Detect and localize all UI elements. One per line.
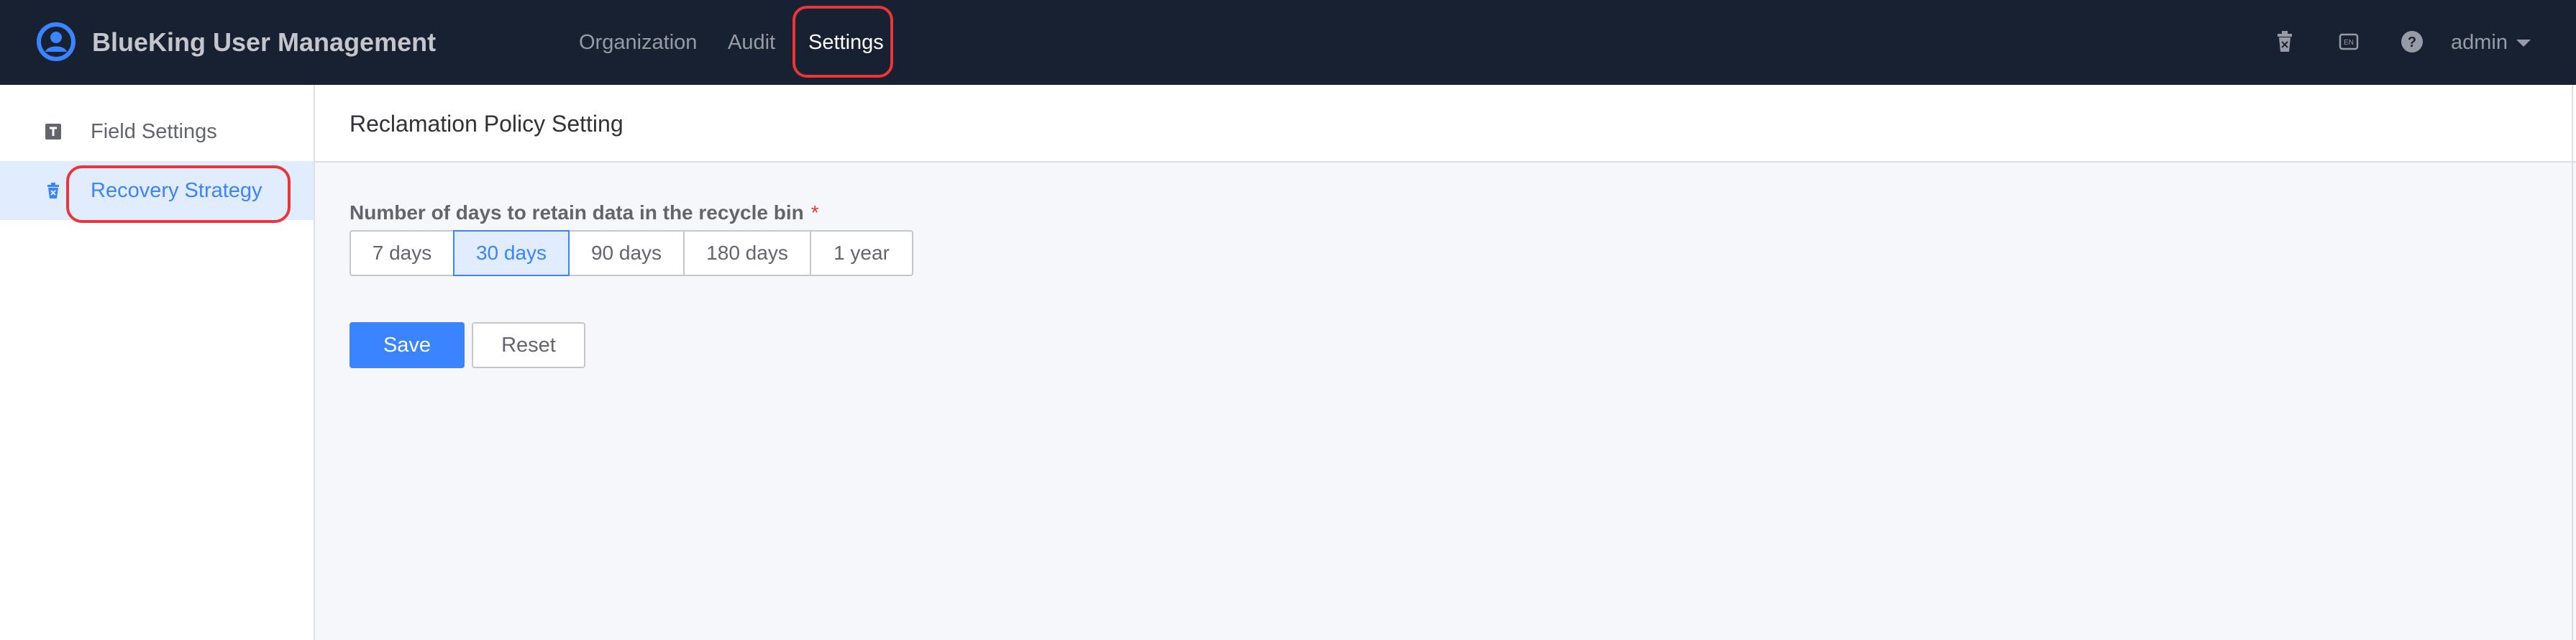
- recycle-bin-icon: [47, 183, 59, 198]
- retention-days-label: Number of days to retain data in the rec…: [350, 200, 819, 226]
- retention-option-30-days[interactable]: 30 days: [453, 230, 570, 276]
- app-title: BlueKing User Management: [92, 27, 437, 57]
- right-divider: [2572, 85, 2573, 640]
- svg-text:EN: EN: [2344, 39, 2354, 47]
- recovery-strategy-highlight-annotation: [66, 165, 291, 223]
- retention-option-90-days[interactable]: 90 days: [568, 230, 685, 276]
- language-icon[interactable]: EN: [2334, 27, 2363, 56]
- retention-option-7-days[interactable]: 7 days: [350, 230, 455, 276]
- nav-organization[interactable]: Organization: [579, 26, 697, 59]
- user-menu[interactable]: admin: [2451, 26, 2531, 59]
- retention-days-radio-group: 7 days 30 days 90 days 180 days 1 year: [350, 230, 913, 276]
- user-name: admin: [2451, 31, 2508, 54]
- retention-option-180-days[interactable]: 180 days: [683, 230, 811, 276]
- retention-option-1-year[interactable]: 1 year: [810, 230, 913, 276]
- sidebar-item-field-settings[interactable]: Field Settings: [0, 102, 314, 161]
- save-button[interactable]: Save: [350, 322, 465, 368]
- content-header: Reclamation Policy Setting: [315, 85, 2576, 163]
- top-navigation-bar: BlueKing User Management Organization Au…: [0, 0, 2576, 85]
- sidebar-item-label: Field Settings: [91, 120, 217, 143]
- help-icon[interactable]: ?: [2398, 27, 2426, 56]
- reset-button[interactable]: Reset: [472, 322, 585, 368]
- text-field-icon: [45, 124, 61, 140]
- retention-days-label-text: Number of days to retain data in the rec…: [350, 201, 804, 224]
- svg-text:?: ?: [2408, 35, 2416, 50]
- recycle-bin-icon[interactable]: [2270, 27, 2299, 56]
- nav-audit[interactable]: Audit: [728, 26, 775, 59]
- required-mark: *: [810, 201, 819, 224]
- settings-highlight-annotation: [793, 6, 893, 78]
- blueking-logo-icon: [37, 22, 76, 61]
- page-title: Reclamation Policy Setting: [350, 111, 624, 137]
- chevron-down-icon: [2516, 40, 2531, 47]
